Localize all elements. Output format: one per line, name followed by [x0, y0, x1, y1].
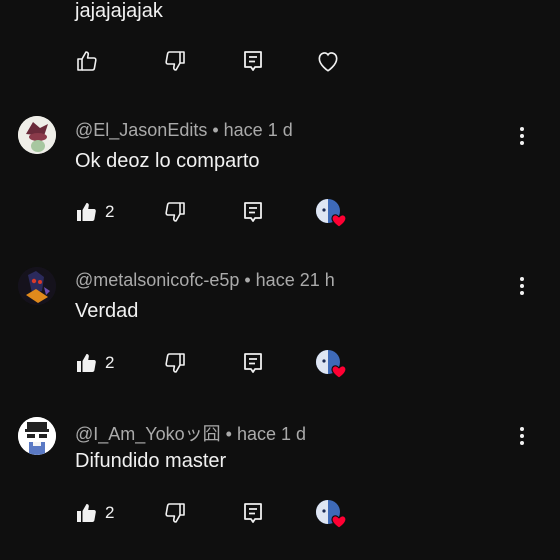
- comment-meta: @I_Am_Yokoッ囧 • hace 1 d: [75, 420, 306, 446]
- more-options-icon: [520, 427, 524, 431]
- reply-icon: [244, 202, 262, 222]
- more-options-button[interactable]: [514, 125, 530, 147]
- more-options-icon-dot: [520, 141, 524, 145]
- like-count: 2: [105, 503, 115, 522]
- comment-actions: [75, 47, 375, 77]
- meta-separator: •: [220, 424, 237, 444]
- like-button[interactable]: 2: [75, 198, 114, 226]
- comment-text: Verdad: [75, 300, 139, 322]
- comment-time: hace 21 h: [255, 270, 335, 290]
- comment-actions: 2: [75, 499, 375, 529]
- comment-actions: 2: [75, 349, 375, 379]
- avatar-image: [18, 417, 56, 455]
- reply-button[interactable]: [241, 47, 265, 75]
- comment-actions: 2: [75, 198, 375, 228]
- like-count: 2: [105, 202, 115, 221]
- creator-heart-icon: [316, 199, 347, 228]
- comment-meta: @El_JasonEdits • hace 1 d: [75, 120, 293, 141]
- thumbs-down-icon: [165, 51, 185, 71]
- more-options-icon-dot: [520, 441, 524, 445]
- more-options-button[interactable]: [514, 275, 530, 297]
- comment-text: jajajajajak: [75, 0, 163, 22]
- meta-separator: •: [239, 270, 256, 290]
- thumbs-up-icon: [77, 504, 96, 522]
- creator-heart-icon: [316, 500, 347, 529]
- avatar[interactable]: [18, 417, 56, 455]
- creator-heart-icon: [316, 350, 347, 379]
- thumbs-down-icon: [165, 503, 185, 523]
- reply-button[interactable]: [241, 499, 265, 527]
- reply-button[interactable]: [241, 198, 265, 226]
- like-count: 2: [105, 353, 115, 372]
- dislike-button[interactable]: [163, 499, 187, 527]
- avatar[interactable]: [18, 116, 56, 154]
- comment-time: hace 1 d: [236, 424, 307, 444]
- heart-icon: [318, 52, 338, 72]
- author-handle[interactable]: @metalsonicofc-e5p: [75, 270, 239, 290]
- reply-icon: [244, 51, 262, 71]
- more-options-icon-dot: [520, 434, 524, 438]
- reply-icon: [244, 503, 262, 523]
- avatar-image: [18, 116, 56, 154]
- dislike-button[interactable]: [163, 47, 187, 75]
- more-options-icon-dot: [520, 291, 524, 295]
- author-handle[interactable]: @I_Am_Yokoッ囧: [75, 424, 221, 444]
- avatar[interactable]: [18, 267, 56, 305]
- reply-icon: [244, 353, 262, 373]
- thumbs-up-icon: [77, 51, 97, 71]
- like-button[interactable]: 2: [75, 349, 114, 377]
- dislike-button[interactable]: [163, 349, 187, 377]
- comment-text: Ok deoz lo comparto: [75, 150, 260, 172]
- creator-heart-badge: [315, 499, 347, 529]
- dislike-button[interactable]: [163, 198, 187, 226]
- like-button[interactable]: 2: [75, 499, 114, 527]
- creator-heart-badge: [315, 198, 347, 228]
- comment-meta: @metalsonicofc-e5p • hace 21 h: [75, 270, 335, 291]
- more-options-icon: [520, 127, 524, 131]
- more-options-icon-dot: [520, 284, 524, 288]
- author-handle[interactable]: @El_JasonEdits: [75, 120, 207, 140]
- comment-text: Difundido master: [75, 450, 227, 472]
- heart-button[interactable]: [315, 47, 341, 75]
- thumbs-up-icon: [77, 203, 96, 221]
- comment-time: hace 1 d: [223, 120, 293, 140]
- more-options-button[interactable]: [514, 425, 530, 447]
- avatar-image: [18, 267, 56, 305]
- thumbs-down-icon: [165, 202, 185, 222]
- more-options-icon-dot: [520, 134, 524, 138]
- creator-heart-badge: [315, 349, 347, 379]
- like-button[interactable]: [75, 47, 99, 75]
- thumbs-down-icon: [165, 353, 185, 373]
- more-options-icon: [520, 277, 524, 281]
- reply-button[interactable]: [241, 349, 265, 377]
- meta-separator: •: [207, 120, 224, 140]
- thumbs-up-icon: [77, 354, 96, 372]
